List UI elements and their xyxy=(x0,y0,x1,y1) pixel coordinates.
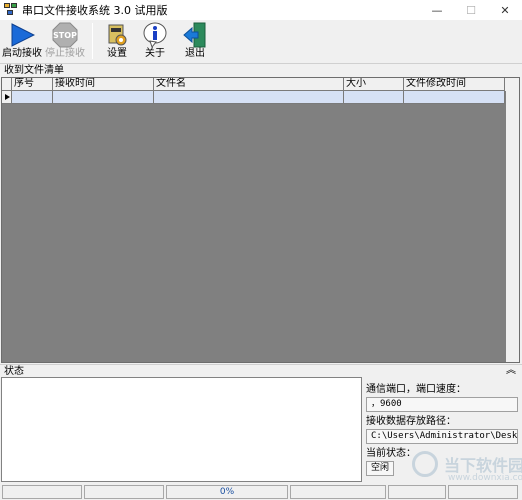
stop-receive-button[interactable]: STOP 停止接收 xyxy=(44,20,86,62)
stop-icon: STOP xyxy=(51,22,79,48)
collapse-panel-button[interactable]: ︽ xyxy=(506,366,516,376)
svg-text:STOP: STOP xyxy=(53,31,77,40)
table-cell[interactable] xyxy=(154,91,344,104)
stop-receive-label: 停止接收 xyxy=(45,48,85,59)
table-cell[interactable] xyxy=(404,91,505,104)
close-button[interactable]: ✕ xyxy=(488,0,522,20)
exit-button[interactable]: 退出 xyxy=(175,20,215,62)
state-label: 当前状态： xyxy=(366,448,416,459)
about-label: 关于 xyxy=(145,48,165,59)
play-icon xyxy=(8,22,36,48)
current-row-indicator xyxy=(2,91,12,104)
settings-button[interactable]: 设置 xyxy=(99,20,135,62)
port-label: 通信端口，端口速度： xyxy=(366,384,466,395)
table-cell[interactable] xyxy=(344,91,404,104)
status-bar-panel xyxy=(448,485,518,499)
path-value: C:\Users\Administrator\Deskto xyxy=(366,429,518,444)
port-value: ，9600 xyxy=(366,397,518,412)
minimize-button[interactable]: — xyxy=(420,0,454,20)
file-list-grid[interactable]: 序号 接收时间 文件名 大小 文件修改时间 xyxy=(1,77,520,363)
table-row[interactable] xyxy=(2,91,519,104)
about-button[interactable]: 关于 xyxy=(135,20,175,62)
exit-label: 退出 xyxy=(185,48,205,59)
status-info-panel: 通信端口，端口速度： ，9600 接收数据存放路径： C:\Users\Admi… xyxy=(366,380,518,476)
status-bar-panel xyxy=(388,485,446,499)
app-icon xyxy=(4,3,18,17)
status-log[interactable] xyxy=(1,377,362,482)
maximize-button[interactable]: ☐ xyxy=(454,0,488,20)
start-receive-button[interactable]: 启动接收 xyxy=(0,20,44,62)
status-bar: 0% xyxy=(0,484,522,500)
settings-icon xyxy=(103,22,131,48)
grid-header: 序号 接收时间 文件名 大小 文件修改时间 xyxy=(2,78,519,91)
toolbar: 启动接收 STOP 停止接收 设置 关于 退出 xyxy=(0,20,522,62)
info-icon xyxy=(141,22,169,48)
state-value: 空闲 xyxy=(366,461,394,476)
status-bar-panel xyxy=(290,485,386,499)
status-bar-panel xyxy=(2,485,82,499)
title-bar: 串口文件接收系统 3.0 试用版 — ☐ ✕ xyxy=(0,0,522,20)
column-header-filename[interactable]: 文件名 xyxy=(154,78,344,91)
start-receive-label: 启动接收 xyxy=(2,48,42,59)
column-header-receive-time[interactable]: 接收时间 xyxy=(53,78,154,91)
window-title: 串口文件接收系统 3.0 试用版 xyxy=(22,4,168,17)
column-header-modified-time[interactable]: 文件修改时间 xyxy=(404,78,505,91)
table-cell[interactable] xyxy=(53,91,154,104)
status-panel-title: 状态 xyxy=(0,364,522,378)
path-label: 接收数据存放路径： xyxy=(366,416,456,427)
column-header-index[interactable]: 序号 xyxy=(12,78,53,91)
settings-label: 设置 xyxy=(107,48,127,59)
row-indicator-header xyxy=(2,78,12,91)
exit-door-icon xyxy=(181,22,209,48)
status-bar-panel xyxy=(84,485,164,499)
column-header-size[interactable]: 大小 xyxy=(344,78,404,91)
progress-percent: 0% xyxy=(166,485,288,499)
vertical-scrollbar[interactable] xyxy=(506,78,519,362)
file-list-title: 收到文件清单 xyxy=(0,63,522,77)
toolbar-separator xyxy=(92,23,93,59)
table-cell[interactable] xyxy=(12,91,53,104)
